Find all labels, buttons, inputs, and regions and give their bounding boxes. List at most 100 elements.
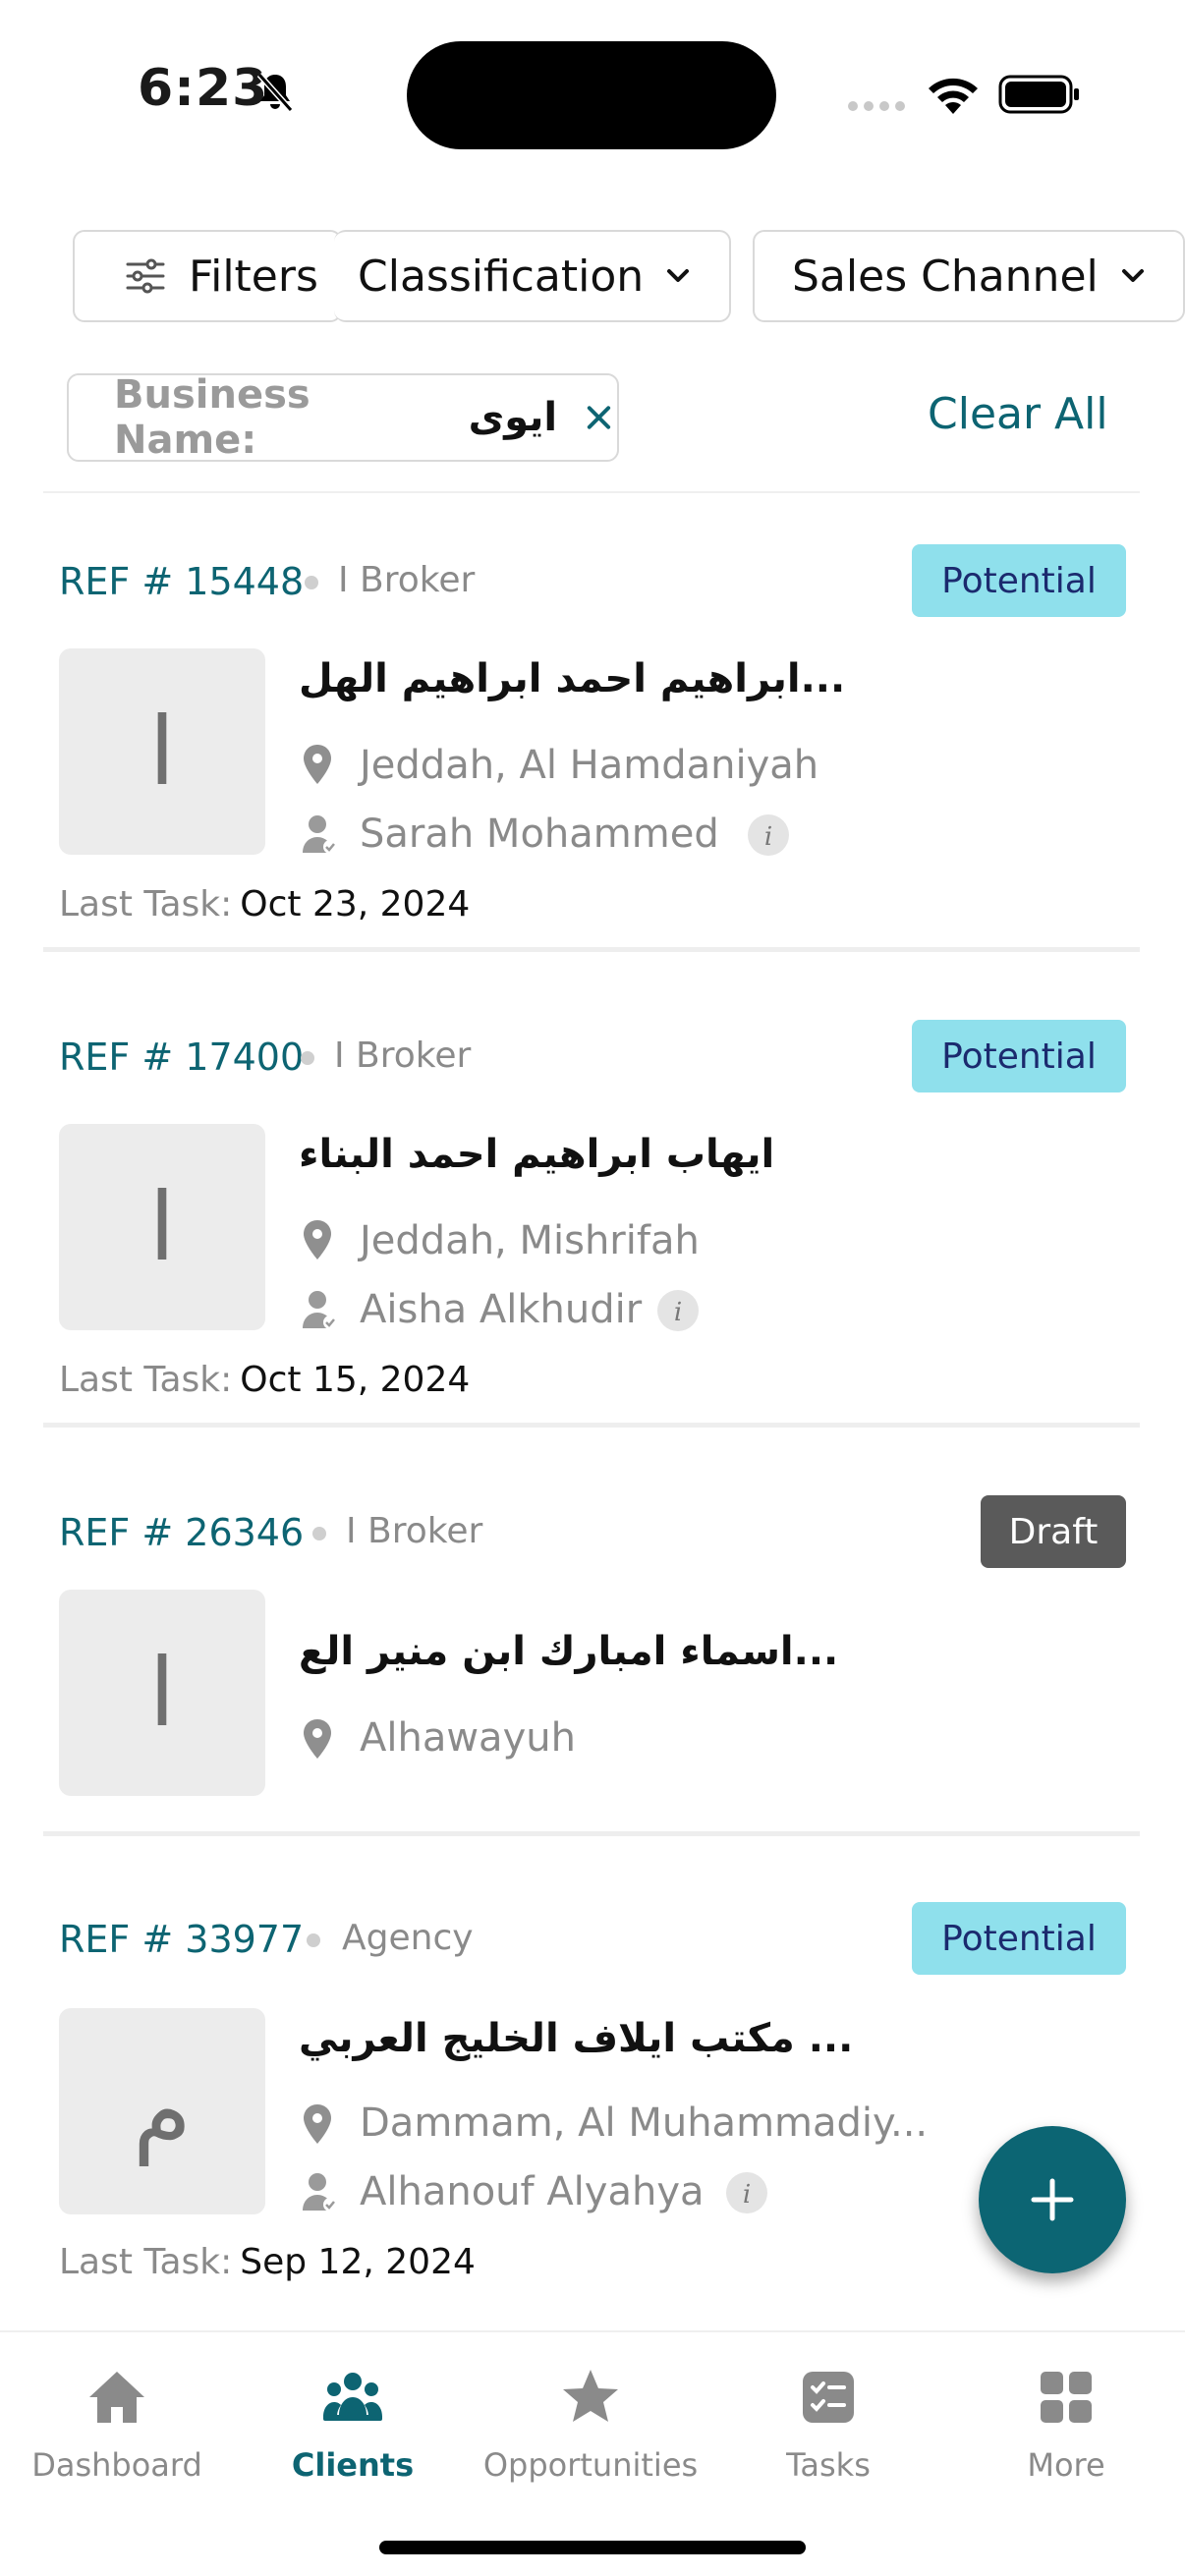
nav-clients-label: Clients (291, 2446, 415, 2484)
active-filter-label: Business Name: (114, 372, 310, 463)
last-task-date: Sep 12, 2024 (240, 2242, 476, 2282)
nav-more[interactable]: More (953, 2366, 1179, 2484)
nav-more-label: More (1027, 2446, 1105, 2484)
add-client-button[interactable] (979, 2126, 1126, 2273)
status-badge: Potential (912, 544, 1126, 617)
last-task-date: Oct 23, 2024 (240, 884, 471, 924)
location-pin-icon (304, 1220, 331, 1260)
nav-dashboard-label: Dashboard (31, 2446, 202, 2484)
classification-dropdown[interactable]: Classification (334, 230, 731, 322)
separator-dot (301, 1051, 314, 1065)
client-name: ايهاب ابراهيم احمد البناء (299, 1132, 775, 1177)
last-task-label: Last Task: (59, 2242, 233, 2282)
client-location: Alhawayuh (360, 1715, 576, 1761)
active-filter-value: ايوى (468, 395, 558, 440)
card-divider (43, 1831, 1140, 1836)
star-icon (563, 2370, 618, 2422)
task-list-icon (803, 2372, 854, 2423)
last-task: Last Task: Oct 23, 2024 (59, 884, 470, 924)
assigned-user-icon (303, 1291, 337, 1329)
sales-channel-dropdown[interactable]: Sales Channel (753, 230, 1185, 322)
info-icon[interactable]: i (747, 813, 790, 857)
client-name: مكتب ايلاف الخليج العربي ... (299, 2016, 854, 2061)
client-location: Dammam, Al Muhammadiy... (360, 2100, 929, 2146)
client-card[interactable]: REF # 17400 I Broker Potential ا ايهاب ا… (43, 969, 1140, 1428)
status-bar: 6:23 (0, 0, 1185, 187)
client-name: ابراهيم احمد ابراهيم الهل... (299, 656, 846, 701)
avatar: ا (59, 1590, 265, 1796)
remove-filter-close-icon[interactable] (581, 399, 617, 436)
client-location: Jeddah, Al Hamdaniyah (360, 743, 819, 788)
assigned-user-icon (303, 815, 337, 854)
nav-clients[interactable]: Clients (240, 2366, 466, 2484)
classification-label: Classification (358, 251, 645, 302)
status-badge: Potential (912, 1020, 1126, 1092)
client-location: Jeddah, Mishrifah (360, 1218, 700, 1263)
client-card[interactable]: REF # 33977 Agency Potential م مكتب ايلا… (43, 1851, 1140, 2311)
client-type: I Broker (338, 560, 476, 600)
cellular-signal-icon (848, 101, 905, 111)
battery-icon (998, 75, 1079, 114)
nav-dashboard[interactable]: Dashboard (4, 2366, 230, 2484)
svg-text:i: i (674, 1298, 682, 1327)
separator-dot (305, 576, 318, 589)
ref-number: REF # 15448 (59, 560, 305, 603)
nav-opportunities[interactable]: Opportunities (478, 2366, 704, 2484)
nav-opportunities-label: Opportunities (482, 2446, 699, 2484)
assigned-user: Alhanouf Alyahya (360, 2169, 705, 2214)
home-indicator (379, 2541, 806, 2554)
last-task-label: Last Task: (59, 884, 233, 924)
info-icon[interactable]: i (725, 2171, 768, 2214)
assigned-user-icon (303, 2173, 337, 2212)
avatar: ا (59, 648, 265, 855)
client-card[interactable]: REF # 26346 I Broker Draft ا اسماء امبار… (43, 1444, 1140, 1837)
card-divider (43, 947, 1140, 952)
filters-label: Filters (189, 251, 318, 302)
client-card[interactable]: REF # 15448 I Broker Potential ا ابراهيم… (43, 493, 1140, 953)
sliders-icon (126, 258, 165, 294)
dynamic-island (407, 41, 776, 149)
chevron-down-icon (667, 269, 690, 282)
filter-bar: Filters Classification Sales Channel (0, 228, 1185, 324)
active-filter-chip: Business Name: ايوى (67, 372, 619, 463)
grid-icon (1041, 2372, 1092, 2423)
client-type: Agency (342, 1918, 474, 1958)
card-divider (43, 1423, 1140, 1428)
sales-channel-label: Sales Channel (792, 251, 1099, 302)
status-badge: Draft (981, 1495, 1126, 1568)
assigned-user: Aisha Alkhudir (360, 1287, 643, 1332)
info-icon[interactable]: i (656, 1289, 700, 1332)
filters-button[interactable]: Filters (73, 230, 342, 322)
client-name: اسماء امبارك ابن منير الع... (299, 1629, 839, 1674)
separator-dot (312, 1527, 326, 1540)
ref-number: REF # 17400 (59, 1036, 305, 1079)
users-group-icon (323, 2373, 382, 2421)
nav-tasks-label: Tasks (786, 2446, 871, 2484)
svg-text:i: i (743, 2180, 751, 2210)
status-time: 6:23 (138, 59, 269, 118)
separator-dot (307, 1933, 320, 1947)
avatar: م (59, 2008, 265, 2214)
last-task: Last Task: Oct 15, 2024 (59, 1360, 470, 1400)
clear-all-button[interactable]: Clear All (928, 389, 1108, 439)
location-pin-icon (304, 2104, 331, 2144)
ref-number: REF # 33977 (59, 1918, 305, 1961)
plus-icon (1031, 2178, 1074, 2221)
last-task: Last Task: Sep 12, 2024 (59, 2242, 476, 2282)
bottom-nav: Dashboard Clients Opportunities Tasks Mo… (0, 2330, 1185, 2576)
location-pin-icon (304, 745, 331, 784)
last-task-label: Last Task: (59, 1360, 233, 1400)
status-badge: Potential (912, 1902, 1126, 1975)
client-type: I Broker (334, 1036, 472, 1076)
bell-muted-icon (256, 73, 294, 112)
ref-number: REF # 26346 (59, 1511, 305, 1554)
last-task-date: Oct 15, 2024 (240, 1360, 471, 1400)
location-pin-icon (304, 1719, 331, 1759)
wifi-icon (929, 78, 978, 114)
avatar: ا (59, 1124, 265, 1330)
home-icon (89, 2372, 144, 2423)
svg-text:i: i (764, 822, 772, 852)
chevron-down-icon (1121, 269, 1144, 282)
client-type: I Broker (346, 1511, 483, 1551)
nav-tasks[interactable]: Tasks (715, 2366, 941, 2484)
